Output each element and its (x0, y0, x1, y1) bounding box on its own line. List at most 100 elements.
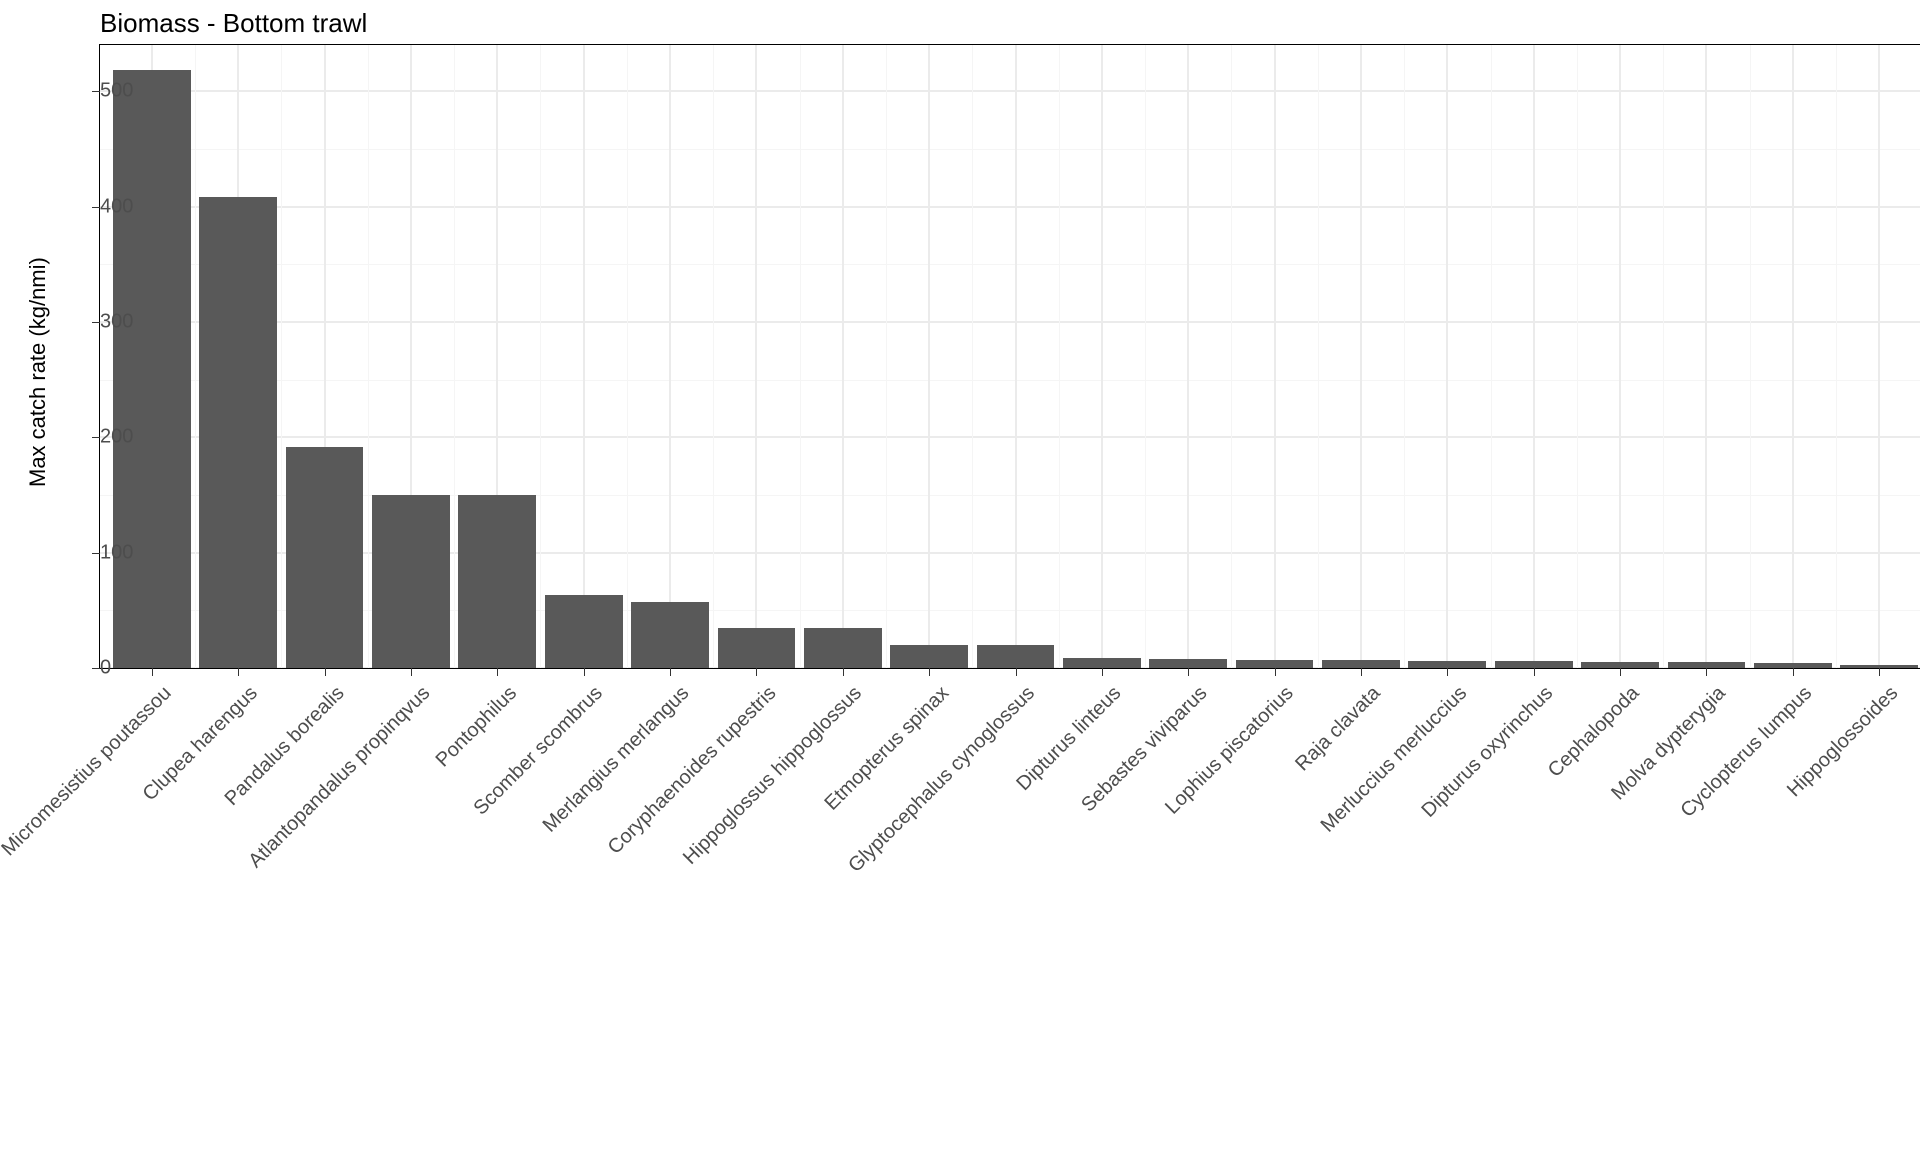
x-tick-label: Glyptocephalus cynoglossus (844, 682, 1040, 878)
y-tick-label: 500 (100, 80, 110, 103)
x-tick (1188, 668, 1189, 676)
gridline-h (100, 206, 1920, 208)
x-tick (843, 668, 844, 676)
bar (372, 495, 450, 668)
y-tick (92, 322, 100, 323)
gridline-v (1533, 45, 1535, 668)
bar (1149, 659, 1227, 668)
gridline-v-minor (627, 45, 628, 668)
x-tick (1447, 668, 1448, 676)
chart-container: Biomass - Bottom trawl Max catch rate (k… (0, 0, 1920, 1152)
gridline-v-minor (195, 45, 196, 668)
bar (890, 645, 968, 668)
gridline-v-minor (713, 45, 714, 668)
y-tick (92, 207, 100, 208)
gridline-v (755, 45, 757, 668)
x-tick (325, 668, 326, 676)
gridline-v (1792, 45, 1794, 668)
gridline-v-minor (1663, 45, 1664, 668)
gridline-v-minor (886, 45, 887, 668)
gridline-v-minor (1491, 45, 1492, 668)
gridline-h (100, 90, 1920, 92)
gridline-v (928, 45, 930, 668)
gridline-v (1705, 45, 1707, 668)
x-tick (1793, 668, 1794, 676)
bar (1322, 660, 1400, 668)
x-tick (929, 668, 930, 676)
bar (458, 495, 536, 668)
y-tick (92, 668, 100, 669)
y-tick (92, 437, 100, 438)
bar (718, 628, 796, 668)
gridline-v-minor (1750, 45, 1751, 668)
x-tick (584, 668, 585, 676)
y-tick (92, 91, 100, 92)
bar (199, 197, 277, 668)
bar (113, 70, 191, 668)
gridline-v-minor (540, 45, 541, 668)
x-tick (1275, 668, 1276, 676)
gridline-v (1015, 45, 1017, 668)
gridline-v-minor (368, 45, 369, 668)
gridline-v-minor (1059, 45, 1060, 668)
bar (977, 645, 1055, 668)
x-tick-label: Pontophilus (431, 682, 521, 772)
gridline-v (1619, 45, 1621, 668)
bar (1408, 661, 1486, 668)
gridline-v (1878, 45, 1880, 668)
x-tick-label: Merlangius merlangus (539, 682, 694, 837)
y-tick-label: 300 (100, 310, 110, 333)
gridline-v (1274, 45, 1276, 668)
x-tick (238, 668, 239, 676)
bar (631, 602, 709, 668)
bar (286, 447, 364, 669)
y-tick-label: 200 (100, 426, 110, 449)
x-tick-label: Atlantopandalus propinqvus (244, 682, 435, 873)
gridline-v-minor (1318, 45, 1319, 668)
x-tick (1016, 668, 1017, 676)
gridline-v-minor (1577, 45, 1578, 668)
x-tick (1534, 668, 1535, 676)
x-tick-label: Micromesistius poutassou (0, 682, 176, 861)
chart-title: Biomass - Bottom trawl (100, 8, 367, 39)
x-tick (1361, 668, 1362, 676)
x-tick-label: Coryphaenoides rupestris (603, 682, 780, 859)
gridline-v-minor (281, 45, 282, 668)
x-tick (1706, 668, 1707, 676)
gridline-v (1187, 45, 1189, 668)
gridline-v-minor (972, 45, 973, 668)
gridline-h-minor (100, 149, 1920, 150)
x-tick-label: Raja clavata (1291, 682, 1385, 776)
x-tick (1102, 668, 1103, 676)
gridline-v (842, 45, 844, 668)
gridline-h (100, 321, 1920, 323)
x-tick (670, 668, 671, 676)
gridline-h (100, 436, 1920, 438)
bar (1063, 658, 1141, 668)
y-tick (92, 553, 100, 554)
x-tick (152, 668, 153, 676)
gridline-v (669, 45, 671, 668)
gridline-v-minor (1231, 45, 1232, 668)
y-tick-label: 0 (100, 657, 110, 680)
gridline-h-minor (100, 264, 1920, 265)
gridline-v (1101, 45, 1103, 668)
bar (545, 595, 623, 668)
x-tick (756, 668, 757, 676)
x-tick (1620, 668, 1621, 676)
x-tick (497, 668, 498, 676)
gridline-h-minor (100, 380, 1920, 381)
x-tick-label: Merluccius merluccius (1316, 682, 1471, 837)
x-tick (1879, 668, 1880, 676)
gridline-v-minor (1404, 45, 1405, 668)
plot-panel (100, 45, 1920, 668)
y-tick-label: 400 (100, 195, 110, 218)
gridline-v-minor (1145, 45, 1146, 668)
x-tick (411, 668, 412, 676)
bar (1236, 660, 1314, 668)
y-axis-title: Max catch rate (kg/nmi) (25, 257, 51, 487)
gridline-v (1360, 45, 1362, 668)
bar (804, 628, 882, 668)
x-tick-label: Hippoglossus hippoglossus (679, 682, 867, 870)
gridline-v (1446, 45, 1448, 668)
